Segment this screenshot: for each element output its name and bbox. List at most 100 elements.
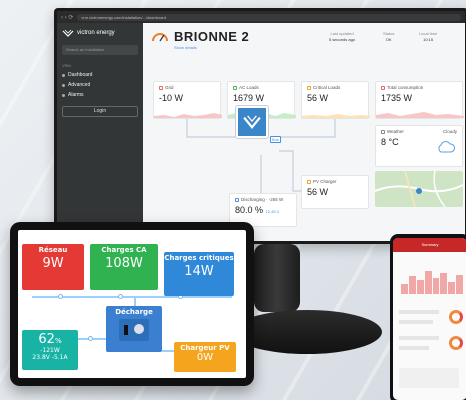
address-bar[interactable]: vrm.victronenergy.com/installation/.../d… [77,13,461,21]
flow-dot [118,294,123,299]
advanced-icon [62,83,65,87]
tile-charges-critiques[interactable]: Charges critiques 14W [164,252,234,296]
browser-nav-icons[interactable]: ‹ › ⟳ [61,14,73,21]
grid-card[interactable]: Grid -10 W [153,81,222,119]
tile-reseau[interactable]: Réseau 9W [22,244,84,290]
phone-screen: Summary [393,238,466,400]
card-label: Total consumption [387,85,424,90]
critical-loads-value: 56 W [307,93,329,103]
battery-soc: 80.0 % [235,205,264,215]
sidebar-item-alarms[interactable]: Alarms [62,92,138,98]
flow-dot [88,336,93,341]
installation-search-input[interactable]: Search an installation [62,45,138,55]
battery-unit: % [54,337,62,345]
weather-card[interactable]: Weather Cloudy 8 °C [375,125,463,167]
show-details-link[interactable]: Show details [174,45,249,50]
tile-decharge[interactable]: Décharge [106,306,162,352]
total-consumption-sparkline [376,112,464,118]
card-label: PV Charger [313,179,337,184]
ac-loads-value: 1679 W [233,93,265,103]
card-label: Discharging · -265 W [241,197,284,202]
phone-row [399,336,439,340]
map-image [375,171,463,207]
sidebar-item-advanced[interactable]: Advanced [62,82,138,88]
phone-bar [408,275,416,294]
tile-label: Charges critiques [164,254,234,262]
phone-bar-chart [401,268,463,294]
sidebar-item-dashboard[interactable]: Dashboard [62,72,138,78]
tile-label: Charges CA [101,246,147,254]
meta-label: Local time [419,31,438,36]
meta-value: OK [385,37,392,42]
card-label: AC Loads [239,85,259,90]
site-title: BRIONNE 2 [174,29,250,44]
critical-loads-card[interactable]: Critical Loads 56 W [301,81,370,119]
browser-bar: ‹ › ⟳ vrm.victronenergy.com/installation… [57,11,465,23]
phone-bar [424,270,432,294]
meta-label: Last updated [330,31,354,36]
phone-row [399,320,433,324]
phone-bar [440,273,448,294]
phone-donut-chart [449,336,463,350]
tile-label: Décharge [115,308,153,316]
phone-bar [456,274,463,294]
total-consumption-value: 1735 W [381,93,413,103]
phone-bar [432,278,440,294]
card-label: Critical Loads [313,85,341,90]
total-consumption-card[interactable]: Total consumption 1735 W [375,81,464,119]
phone-row [399,346,429,350]
login-button[interactable]: Login [62,106,138,117]
inverter-node[interactable] [236,106,268,138]
battery-power: -121W [40,347,60,354]
flow-line [134,296,136,306]
grid-icon [159,85,163,90]
tile-value: 0W [196,352,214,363]
meta-last-updated: Last updated 5 seconds ago [329,31,355,42]
brand-logo[interactable]: victron energy [62,29,138,37]
meta-value: 5 seconds ago [329,37,356,42]
flow-line [162,350,174,352]
tile-charges-ca[interactable]: Charges CA 108W [90,244,158,290]
cloud-icon [438,141,455,153]
meta-status: Status OK [383,31,394,42]
consumption-icon [381,85,385,90]
location-map[interactable] [375,171,463,207]
tile-battery[interactable]: 62% -121W 23.8V -5.1A [22,330,78,370]
phone-header: Summary [393,238,466,252]
victron-inverter-icon [243,115,261,129]
gx-touch-screen: Réseau 9W Charges CA 108W Charges critiq… [18,230,246,378]
card-label: Weather [387,129,404,134]
phone-bar [448,282,456,294]
meta-label: Status [383,31,395,36]
sidebar-item-label: Dashboard [68,72,93,78]
ac-loads-icon [233,85,237,90]
sidebar-item-label: Advanced [68,82,91,88]
phone-bar [416,279,424,294]
monitor-stand-neck [254,244,300,312]
sidebar: victron energy Search an installation VR… [57,23,143,241]
victron-logo-icon [62,29,74,37]
weather-icon [381,129,385,134]
battery-voltage: 12.45 V [265,209,280,214]
pv-charger-card[interactable]: PV Charger 56 W [301,175,369,209]
bus-tag: Bus [270,136,281,143]
phone-panel [399,368,459,388]
device-switch-icon [124,325,128,335]
alarm-icon [62,93,65,97]
weather-condition: Cloudy [442,129,457,134]
tablet: Réseau 9W Charges CA 108W Charges critiq… [10,222,254,386]
tile-value: 108W [105,256,143,271]
tile-value: 14W [184,264,214,279]
critical-loads-icon [307,85,311,90]
site-header: BRIONNE 2 Show details [151,29,457,55]
dashboard-main: BRIONNE 2 Show details Last updated 5 se… [143,23,465,241]
dashboard-icon [62,73,65,77]
tile-chargeur-pv[interactable]: Chargeur PV 0W [174,342,236,372]
flow-dot [58,294,63,299]
phone: Summary [390,234,466,400]
tile-label: Chargeur PV [180,344,230,352]
battery-percentage: 62 [38,332,55,347]
phone-row [399,310,439,314]
grid-sparkline [154,113,222,118]
battery-icon [235,197,239,202]
